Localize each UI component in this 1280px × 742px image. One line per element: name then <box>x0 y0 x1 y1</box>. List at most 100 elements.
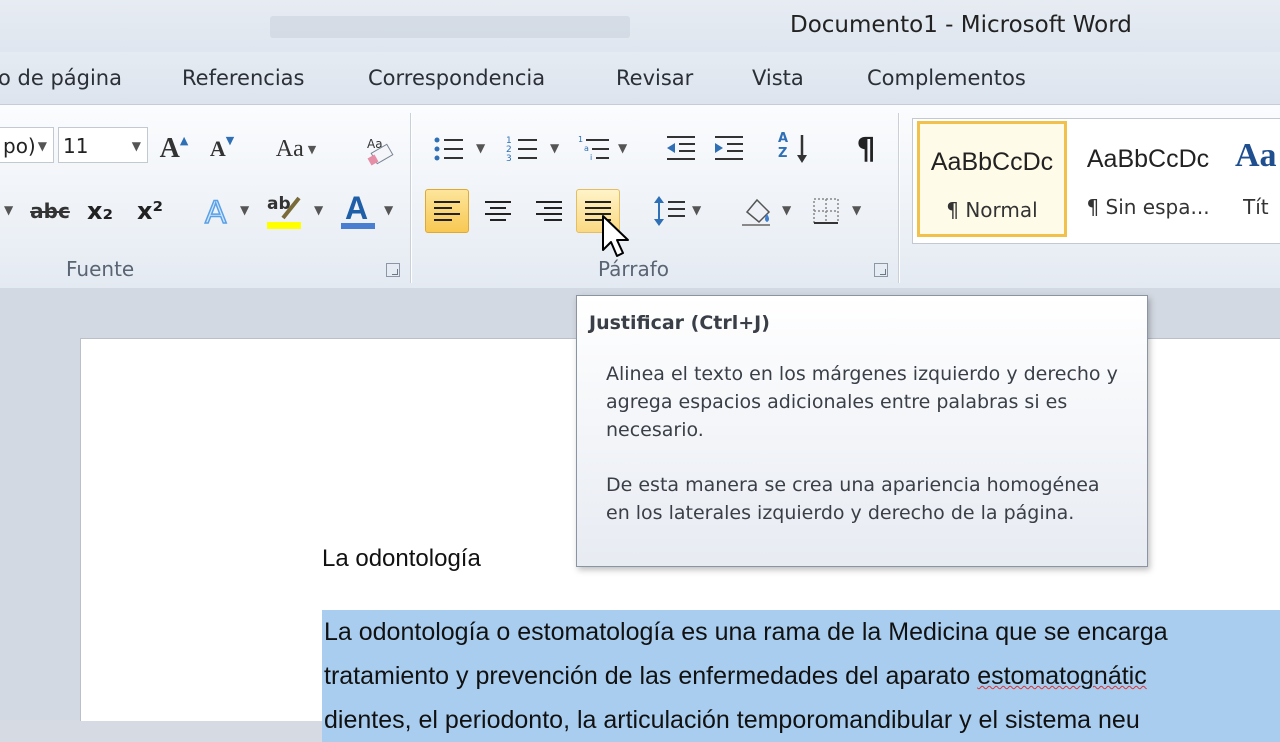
decrease-indent-icon <box>667 136 695 160</box>
group-separator <box>410 113 411 283</box>
svg-text:i: i <box>590 153 592 162</box>
style-title[interactable]: Aa Tít <box>1229 121 1280 237</box>
group-separator <box>898 113 899 283</box>
shrink-font-icon: A <box>209 136 226 161</box>
superscript-icon: x² <box>137 197 163 225</box>
style-sample: AaBbCcDc <box>1086 145 1210 173</box>
highlight-color-swatch <box>267 222 301 229</box>
font-color-button[interactable]: A <box>336 189 380 233</box>
multilevel-list-button[interactable]: 1ai <box>572 127 616 171</box>
change-case-icon: Aa <box>275 135 304 162</box>
numbered-list-icon: 123 <box>506 136 537 164</box>
increase-indent-button[interactable] <box>706 127 750 171</box>
tooltip-description-extra: De esta manera se crea una apariencia ho… <box>606 474 1100 524</box>
text-effects-icon: A <box>204 194 228 228</box>
strikethrough-button[interactable]: abc <box>28 189 72 233</box>
chevron-down-icon[interactable]: ▼ <box>384 203 393 217</box>
chevron-down-icon[interactable]: ▼ <box>618 141 627 155</box>
chevron-down-icon[interactable]: ▼ <box>314 203 323 217</box>
borders-icon <box>813 198 839 224</box>
style-name: ¶ Normal <box>946 198 1038 222</box>
highlight-button[interactable]: ab <box>262 189 306 233</box>
misspelled-word[interactable]: estomatognátic <box>977 662 1147 690</box>
grow-font-icon: A <box>159 133 180 164</box>
align-left-button[interactable] <box>425 189 469 233</box>
shrink-font-button[interactable]: A ▼ <box>200 127 244 171</box>
style-no-spacing[interactable]: AaBbCcDc ¶ Sin espa... <box>1073 121 1223 237</box>
group-label-font: Fuente <box>66 257 135 281</box>
tooltip-description: Alinea el texto en los márgenes izquierd… <box>606 363 1118 441</box>
superscript-button[interactable]: x² <box>128 189 172 233</box>
text-segment: tratamiento y prevención de las enfermed… <box>324 662 978 690</box>
change-case-button[interactable]: Aa ▼ <box>266 127 326 171</box>
subscript-button[interactable]: x₂ <box>78 189 122 233</box>
strikethrough-icon: abc <box>30 199 70 223</box>
chevron-down-icon[interactable]: ▼ <box>240 203 249 217</box>
tab-review[interactable]: Revisar <box>616 66 693 90</box>
svg-text:A: A <box>205 194 227 228</box>
font-size-combo[interactable]: 11 ▼ <box>58 127 148 163</box>
chevron-down-icon[interactable]: ▼ <box>852 203 861 217</box>
style-normal[interactable]: AaBbCcDc ¶ Normal <box>917 121 1067 237</box>
font-size-value: 11 <box>63 134 89 158</box>
tab-mailings[interactable]: Correspondencia <box>368 66 545 90</box>
bullet-list-icon <box>434 137 463 161</box>
selected-text-line[interactable]: dientes, el periodonto, la articulación … <box>322 698 1280 742</box>
arrow-down-icon: ▼ <box>225 133 235 147</box>
paragraph-dialog-launcher[interactable] <box>874 263 888 277</box>
decrease-indent-button[interactable] <box>658 127 702 171</box>
text-effects-button[interactable]: A <box>196 189 240 233</box>
sort-icon: A Z <box>776 131 812 167</box>
align-left-icon <box>434 201 460 221</box>
subscript-icon: x₂ <box>87 197 113 225</box>
tab-references[interactable]: Referencias <box>182 66 304 90</box>
style-sample: Aa <box>1235 137 1277 174</box>
show-marks-button[interactable]: ¶ <box>844 127 888 171</box>
clear-formatting-icon: Aa <box>367 137 394 166</box>
chevron-down-icon: ▼ <box>307 142 317 156</box>
tooltip-title: Justificar (Ctrl+J) <box>589 312 770 334</box>
chevron-down-icon[interactable]: ▼ <box>550 141 559 155</box>
document-heading[interactable]: La odontología <box>322 545 481 573</box>
chevron-down-icon: ▼ <box>37 139 47 153</box>
chevron-down-icon[interactable]: ▼ <box>782 203 791 217</box>
numbering-button[interactable]: 123 <box>500 127 544 171</box>
tab-page-layout[interactable]: o de página <box>0 66 122 90</box>
grow-font-button[interactable]: A ▲ <box>152 127 196 171</box>
clear-formatting-button[interactable]: Aa <box>356 127 400 171</box>
svg-text:3: 3 <box>506 154 512 164</box>
tab-view[interactable]: Vista <box>752 66 804 90</box>
svg-text:a: a <box>584 144 589 153</box>
sort-button[interactable]: A Z <box>772 127 816 171</box>
justify-tooltip: Justificar (Ctrl+J) Alinea el texto en l… <box>576 295 1148 567</box>
shading-button[interactable] <box>734 189 778 233</box>
arrow-down-icon <box>797 135 807 163</box>
style-name: ¶ Sin espa... <box>1086 195 1210 219</box>
tab-add-ins[interactable]: Complementos <box>867 66 1026 90</box>
borders-button[interactable] <box>804 189 848 233</box>
align-center-icon <box>485 201 511 221</box>
font-dialog-launcher[interactable] <box>386 263 400 277</box>
highlighter-icon: ab <box>265 192 303 230</box>
mouse-cursor-icon <box>602 215 629 257</box>
font-name-value: po) <box>3 134 36 158</box>
selected-text-line[interactable]: La odontología o estomatología es una ra… <box>322 610 1280 654</box>
line-spacing-button[interactable] <box>648 189 692 233</box>
styles-gallery: AaBbCcDc ¶ Normal AaBbCcDc ¶ Sin espa...… <box>912 118 1280 244</box>
align-right-button[interactable] <box>527 189 571 233</box>
ribbon-tabs: o de página Referencias Correspondencia … <box>0 52 1280 104</box>
chevron-down-icon[interactable]: ▼ <box>4 203 13 217</box>
title-bar: Documento1 - Microsoft Word <box>0 0 1280 52</box>
font-color-swatch <box>341 223 375 229</box>
bullets-button[interactable] <box>426 127 470 171</box>
line-spacing-icon <box>654 196 685 226</box>
font-name-combo[interactable]: po) ▼ <box>0 127 54 163</box>
svg-text:1: 1 <box>578 135 583 144</box>
align-center-button[interactable] <box>476 189 520 233</box>
style-sample: AaBbCcDc <box>930 148 1054 176</box>
arrow-up-icon: ▲ <box>179 133 189 147</box>
increase-indent-icon <box>715 136 743 160</box>
selected-text-line[interactable]: tratamiento y prevención de las enfermed… <box>322 654 1280 698</box>
chevron-down-icon[interactable]: ▼ <box>692 203 701 217</box>
chevron-down-icon[interactable]: ▼ <box>476 141 485 155</box>
